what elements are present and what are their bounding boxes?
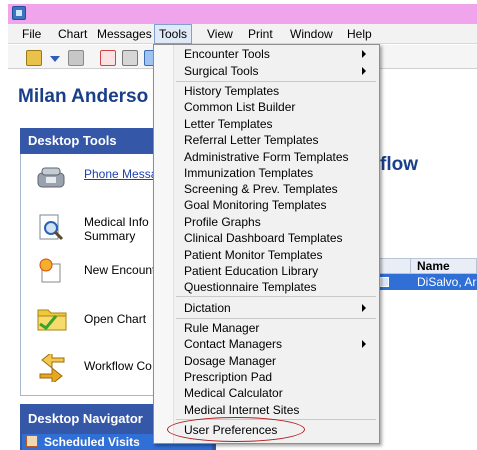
menu-separator xyxy=(176,81,376,82)
workflow-arrows-icon[interactable] xyxy=(36,350,65,386)
new-encounter-label[interactable]: New Encount xyxy=(84,263,155,277)
menu-item-goal-monitoring-templates[interactable]: Goal Monitoring Templates xyxy=(184,198,327,212)
desktop-tools-header: Desktop Tools xyxy=(20,128,160,154)
submenu-arrow-icon xyxy=(362,67,366,75)
yellow-tool-icon[interactable] xyxy=(26,50,42,66)
dropdown-arrow-icon[interactable] xyxy=(50,56,60,62)
menu-messages[interactable]: Messages xyxy=(93,24,156,44)
menu-item-clinical-dashboard-templates[interactable]: Clinical Dashboard Templates xyxy=(184,231,343,245)
menu-window[interactable]: Window xyxy=(286,24,337,44)
calendar-icon[interactable] xyxy=(100,50,116,66)
workflow-label[interactable]: Workflow Co xyxy=(84,359,152,373)
phone-icon[interactable] xyxy=(36,166,65,190)
menu-item-patient-monitor-templates[interactable]: Patient Monitor Templates xyxy=(184,248,323,262)
app-icon xyxy=(12,6,26,20)
menu-tools[interactable]: Tools xyxy=(154,24,193,44)
highlight-ellipse xyxy=(167,417,305,442)
menu-chart[interactable]: Chart xyxy=(54,24,91,44)
menu-item-administrative-form-templates[interactable]: Administrative Form Templates xyxy=(184,150,349,164)
menu-item-immunization-templates[interactable]: Immunization Templates xyxy=(184,166,313,180)
menu-print[interactable]: Print xyxy=(244,24,277,44)
person-icon xyxy=(380,277,389,287)
menu-help[interactable]: Help xyxy=(343,24,376,44)
menu-item-patient-education-library[interactable]: Patient Education Library xyxy=(184,264,318,278)
medical-info-label-line2[interactable]: Summary xyxy=(84,229,135,243)
menu-separator xyxy=(176,318,376,319)
patient-name-cell[interactable]: DiSalvo, Ari xyxy=(417,275,477,289)
menu-item-history-templates[interactable]: History Templates xyxy=(184,84,279,98)
menu-view[interactable]: View xyxy=(203,24,237,44)
menu-item-contact-managers[interactable]: Contact Managers xyxy=(184,337,282,351)
medical-info-label[interactable]: Medical Info xyxy=(84,215,149,229)
menu-item-referral-letter-templates[interactable]: Referral Letter Templates xyxy=(184,133,319,147)
workflow-title: flow xyxy=(380,154,418,175)
name-column-header[interactable]: Name xyxy=(417,259,450,273)
menu-item-medical-calculator[interactable]: Medical Calculator xyxy=(184,386,283,400)
open-chart-label[interactable]: Open Chart xyxy=(84,312,146,326)
menu-item-questionnaire-templates[interactable]: Questionnaire Templates xyxy=(184,280,317,294)
new-encounter-icon[interactable] xyxy=(38,258,66,283)
patient-name: Milan Anderso xyxy=(18,86,149,107)
menu-item-dictation[interactable]: Dictation xyxy=(184,301,231,315)
tool-icon[interactable] xyxy=(68,50,84,66)
calendar-icon xyxy=(26,435,38,447)
menu-item-screening-prev-templates[interactable]: Screening & Prev. Templates xyxy=(184,182,338,196)
submenu-arrow-icon xyxy=(362,50,366,58)
menu-icon-gutter xyxy=(154,45,174,443)
menu-item-surgical-tools[interactable]: Surgical Tools xyxy=(184,64,258,78)
menu-item-medical-internet-sites[interactable]: Medical Internet Sites xyxy=(184,403,299,417)
title-bar xyxy=(8,4,477,24)
folder-icon[interactable] xyxy=(36,304,67,331)
navigator-item-label[interactable]: Scheduled Visits xyxy=(44,435,140,449)
menu-file[interactable]: File xyxy=(18,24,45,44)
menu-item-rule-manager[interactable]: Rule Manager xyxy=(184,321,259,335)
desktop-navigator-header: Desktop Navigator xyxy=(28,411,143,426)
phone-messages-link[interactable]: Phone Messa xyxy=(84,167,157,181)
menu-item-prescription-pad[interactable]: Prescription Pad xyxy=(184,370,272,384)
submenu-arrow-icon xyxy=(362,340,366,348)
printer-icon[interactable] xyxy=(122,50,138,66)
magnifier-document-icon[interactable] xyxy=(38,214,66,241)
menu-item-common-list-builder[interactable]: Common List Builder xyxy=(184,100,295,114)
menu-separator xyxy=(176,296,376,297)
menu-item-letter-templates[interactable]: Letter Templates xyxy=(184,117,273,131)
submenu-arrow-icon xyxy=(362,304,366,312)
menu-item-encounter-tools[interactable]: Encounter Tools xyxy=(184,47,270,61)
menu-item-profile-graphs[interactable]: Profile Graphs xyxy=(184,215,261,229)
menu-item-dosage-manager[interactable]: Dosage Manager xyxy=(184,354,276,368)
